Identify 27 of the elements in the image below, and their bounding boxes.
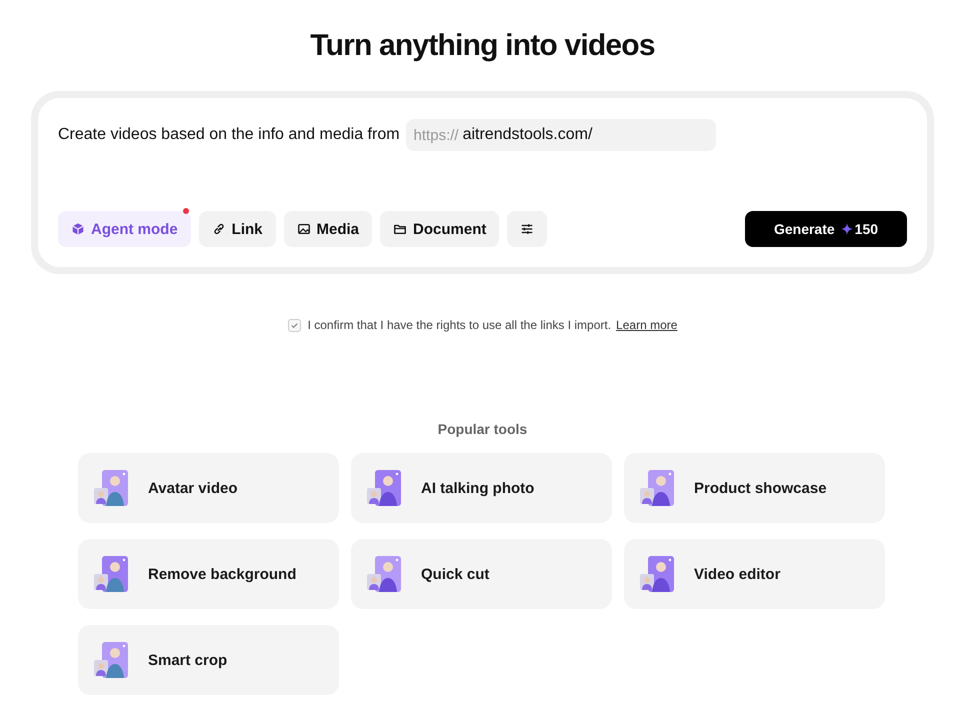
agent-mode-button[interactable]: Agent mode — [58, 211, 191, 247]
tool-card[interactable]: Product showcase — [624, 453, 885, 523]
prompt-text: Create videos based on the info and media from — [58, 125, 400, 144]
tool-card[interactable]: Quick cut — [351, 539, 612, 609]
check-icon — [290, 320, 299, 330]
consent-checkbox[interactable] — [288, 318, 301, 332]
image-icon — [296, 222, 311, 236]
tool-card[interactable]: AI talking photo — [351, 453, 612, 523]
url-field[interactable]: https:// aitrendstools.com/ — [406, 119, 716, 151]
media-button[interactable]: Media — [284, 211, 372, 247]
tool-card[interactable]: Remove background — [78, 539, 339, 609]
link-button[interactable]: Link — [198, 211, 276, 247]
consent-text: I confirm that I have the rights to use all the links I import. — [308, 318, 612, 332]
tool-card[interactable]: Avatar video — [78, 453, 339, 523]
cube-icon — [71, 222, 85, 236]
sliders-icon — [520, 222, 534, 236]
learn-more-link[interactable]: Learn more — [616, 318, 678, 332]
generate-button[interactable]: Generate 150 — [745, 211, 907, 247]
tool-card[interactable]: Smart crop — [78, 625, 339, 695]
tool-card[interactable]: Video editor — [624, 539, 885, 609]
settings-button[interactable] — [507, 211, 548, 247]
sparkle-icon — [840, 223, 853, 235]
document-button[interactable]: Document — [380, 211, 500, 247]
link-icon — [212, 222, 226, 236]
page-title: Turn anything into videos — [309, 28, 656, 64]
section-heading: Popular tools — [436, 421, 528, 437]
folder-icon — [393, 222, 408, 236]
